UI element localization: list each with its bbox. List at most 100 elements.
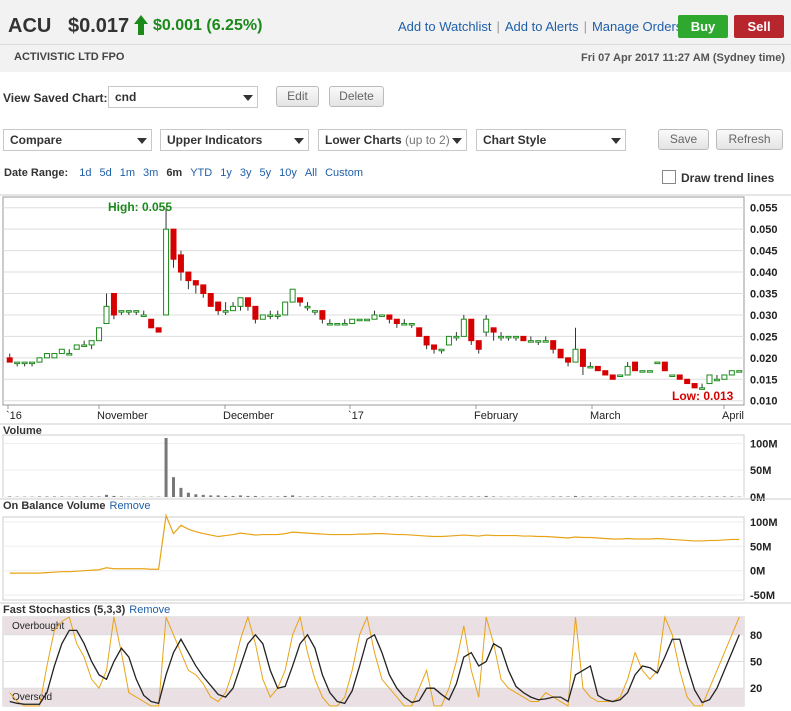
candle-body [572,348,579,363]
candle-body [96,327,103,342]
candle-body [334,323,341,326]
price-ytick-label: 0.010 [750,396,778,408]
stoch-ytick-label: 50 [750,657,762,669]
volume-bar [626,496,630,497]
oversold-band [3,688,744,706]
candle-body [445,335,452,346]
price-ytick-label: 0.030 [750,310,778,322]
candle-body [684,378,691,385]
candle-body [36,357,43,363]
stoch-remove-link[interactable]: Remove [129,604,170,616]
candle-body [676,374,683,380]
candle-body [88,340,95,346]
candle-body [259,314,266,320]
volume-bar [373,496,376,497]
candle-body [125,310,132,313]
price-ytick-label: 0.025 [750,331,778,343]
volume-bar [670,496,674,497]
volume-bar [38,496,41,497]
volume-bar [722,496,726,497]
volume-bar [164,438,168,497]
volume-bar [447,496,451,497]
volume-bar [8,496,12,497]
volume-bar [201,494,205,497]
price-ytick-label: 0.015 [750,374,778,386]
candle-body [29,361,36,365]
candle-body [639,370,646,373]
candle-body [207,292,214,307]
price-xtick-label: February [474,410,519,422]
volume-bar [246,495,250,497]
candle-body [200,284,207,294]
obv-plot-frame [2,516,745,601]
volume-bar [715,496,719,497]
volume-bar [588,496,592,497]
candle-body [51,353,58,359]
candle-body [579,348,586,367]
candle-body [721,374,728,380]
candle-body [371,314,378,320]
low-label: Low: 0.013 [672,389,734,403]
candle-body [617,374,624,377]
candle-body [252,305,259,320]
candle-body [192,280,199,286]
volume-bar [60,496,64,497]
candle-body [512,335,519,339]
volume-bar [224,495,228,497]
candle-body [408,323,415,326]
candle-body [364,318,371,322]
candle-body [319,310,326,320]
volume-bar [477,496,481,497]
candle-body [163,228,170,316]
volume-panel-title: Volume [3,425,42,437]
volume-bar [82,496,86,497]
candle-body [103,305,110,325]
obv-remove-link[interactable]: Remove [110,500,151,512]
candle-body [6,357,13,363]
price-xtick-label: `17 [348,410,364,422]
candle-body [438,348,445,352]
volume-bar [387,496,391,497]
obv-panel-title: On Balance Volume Remove [3,500,150,512]
candle-body [170,228,177,260]
stock-chart-page: ACU $0.017 $0.001 (6.25%) Add to Watchli… [0,0,791,711]
volume-bar [105,494,108,497]
candle-body [110,292,117,316]
stoch-ytick-label: 20 [750,683,762,695]
candle-body [393,318,400,325]
volume-bar [179,487,183,497]
candle-body [587,365,594,369]
volume-bar [358,496,362,497]
candle-body [602,370,609,376]
candle-body [453,335,460,339]
candle-body [713,378,720,382]
candle-body [520,335,527,342]
candle-body [185,271,192,282]
volume-bar [417,496,421,497]
candle-body [222,310,229,313]
candle-body [736,370,743,373]
volume-bar [298,496,302,497]
stoch-title-text: Fast Stochastics (5,3,3) [3,604,126,616]
volume-bar [410,496,414,497]
obv-ytick-label: -50M [750,590,775,602]
candle-body [475,340,482,350]
candle-body [66,353,73,356]
price-xtick-label: March [590,410,621,422]
volume-bar [678,496,682,497]
candle-body [565,357,572,363]
price-ytick-label: 0.045 [750,246,778,258]
candle-body [706,374,713,385]
candle-body [646,370,653,373]
candle-body [661,361,668,372]
candle-body [304,305,311,309]
volume-bar [112,495,116,497]
volume-ytick-label: 0M [750,492,765,504]
candle-body [289,288,296,303]
candle-body [632,361,639,372]
volume-bar [685,496,689,497]
candle-body [73,344,80,350]
candle-body [654,361,661,365]
price-ytick-label: 0.035 [750,288,778,300]
volume-bar [708,496,711,497]
